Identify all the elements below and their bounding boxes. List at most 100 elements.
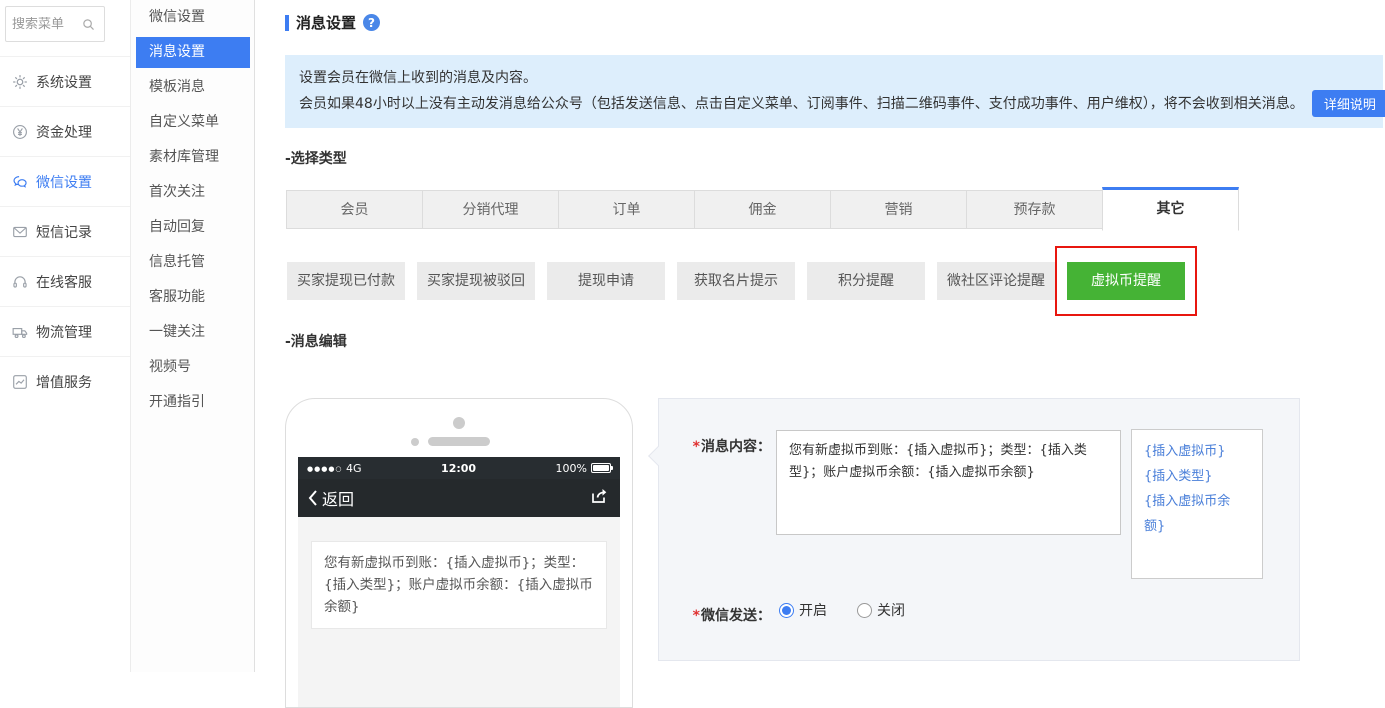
tab-commission[interactable]: 佣金 bbox=[694, 190, 831, 229]
battery-icon bbox=[590, 463, 613, 473]
menu-search-box[interactable] bbox=[5, 6, 105, 42]
message-content-label-text: 消息内容： bbox=[701, 439, 771, 455]
back-chevron-icon bbox=[308, 490, 317, 506]
subtype-buttons: 买家提现已付款 买家提现被驳回 提现申请 获取名片提示 积分提醒 微社区评论提醒… bbox=[287, 262, 1185, 300]
submenu-item-info-hosting[interactable]: 信息托管 bbox=[131, 245, 254, 280]
yen-circle-icon bbox=[12, 124, 28, 140]
truck-icon bbox=[12, 324, 28, 340]
mail-icon bbox=[12, 224, 28, 240]
submenu-item-template-message[interactable]: 模板消息 bbox=[131, 70, 254, 105]
clock-label: 12:00 bbox=[441, 461, 477, 475]
sidebar-item-label: 微信设置 bbox=[36, 174, 92, 191]
sidebar-item-system-settings[interactable]: 系统设置 bbox=[0, 56, 130, 106]
signal-indicator: ●●●●○ 4G bbox=[307, 462, 362, 475]
submenu-item-video-account[interactable]: 视频号 bbox=[131, 350, 254, 385]
required-mark: * bbox=[692, 608, 700, 624]
notice-box: 设置会员在微信上收到的消息及内容。 会员如果48小时以上没有主动发消息给公众号（… bbox=[285, 55, 1385, 128]
radio-on-label: 开启 bbox=[799, 603, 827, 619]
sidebar-item-label: 物流管理 bbox=[36, 324, 92, 341]
tab-distribution-agent[interactable]: 分销代理 bbox=[422, 190, 559, 229]
message-content-label: *消息内容： bbox=[659, 436, 771, 456]
subtype-withdraw-rejected-button[interactable]: 买家提现被驳回 bbox=[417, 262, 535, 300]
sidebar-item-online-service[interactable]: 在线客服 bbox=[0, 256, 130, 306]
main-content: 消息设置 ? 设置会员在微信上收到的消息及内容。 会员如果48小时以上没有主动发… bbox=[255, 0, 1385, 708]
insert-coin-balance-link[interactable]: {插入虚拟币余额} bbox=[1144, 489, 1250, 539]
sidebar-item-label: 短信记录 bbox=[36, 224, 92, 241]
sidebar-menu: 系统设置 资金处理 微信设置 短信记录 在线客服 物流管理 增值服务 bbox=[0, 56, 130, 406]
signal-dots: ●●●●○ bbox=[307, 464, 343, 473]
message-content-textarea[interactable]: 您有新虚拟币到账：{插入虚拟币}；类型：{插入类型}；账户虚拟币余额：{插入虚拟… bbox=[776, 430, 1121, 535]
submenu-item-wechat-settings[interactable]: 微信设置 bbox=[131, 0, 254, 35]
radio-option-on[interactable]: 开启 bbox=[779, 600, 827, 620]
sidebar-item-label: 资金处理 bbox=[36, 124, 92, 141]
subtype-withdraw-apply-button[interactable]: 提现申请 bbox=[547, 262, 665, 300]
wechat-send-label: *微信发送： bbox=[659, 605, 771, 625]
detail-button[interactable]: 详细说明 bbox=[1311, 90, 1385, 117]
phone-screen: ●●●●○ 4G 12:00 100% 返回 您有新虚拟币到账：{插入虚拟币}；… bbox=[298, 457, 620, 707]
subtype-get-card-tip-button[interactable]: 获取名片提示 bbox=[677, 262, 795, 300]
radio-off-label: 关闭 bbox=[877, 603, 905, 619]
submenu-item-first-follow[interactable]: 首次关注 bbox=[131, 175, 254, 210]
message-edit-panel: *消息内容： 您有新虚拟币到账：{插入虚拟币}；类型：{插入类型}；账户虚拟币余… bbox=[648, 398, 1300, 661]
submenu-item-auto-reply[interactable]: 自动回复 bbox=[131, 210, 254, 245]
radio-on-icon[interactable] bbox=[779, 602, 794, 618]
sidebar-item-sms-records[interactable]: 短信记录 bbox=[0, 206, 130, 256]
wechat-send-label-text: 微信发送： bbox=[701, 608, 771, 624]
sidebar-item-wechat-settings[interactable]: 微信设置 bbox=[0, 156, 130, 206]
title-accent-bar bbox=[285, 14, 289, 31]
phone-nav-bar: 返回 bbox=[298, 479, 620, 517]
search-icon bbox=[83, 18, 94, 30]
sidebar-item-logistics[interactable]: 物流管理 bbox=[0, 306, 130, 356]
gear-icon bbox=[12, 74, 28, 90]
sidebar-item-value-added[interactable]: 增值服务 bbox=[0, 356, 130, 406]
submenu-item-one-key-follow[interactable]: 一键关注 bbox=[131, 315, 254, 350]
phone-sensor-dot bbox=[411, 438, 419, 446]
share-icon bbox=[589, 486, 610, 510]
wechat-icon bbox=[12, 174, 28, 190]
page-header: 消息设置 ? bbox=[285, 12, 381, 33]
tab-marketing[interactable]: 营销 bbox=[830, 190, 967, 229]
type-tabs: 会员 分销代理 订单 佣金 营销 预存款 其它 bbox=[286, 187, 1239, 231]
back-label: 返回 bbox=[322, 490, 355, 509]
tab-order[interactable]: 订单 bbox=[558, 190, 695, 229]
subtype-community-comment-reminder-button[interactable]: 微社区评论提醒 bbox=[937, 262, 1055, 300]
sidebar-item-label: 增值服务 bbox=[36, 374, 92, 391]
sidebar-item-label: 在线客服 bbox=[36, 274, 92, 291]
app-root: 系统设置 资金处理 微信设置 短信记录 在线客服 物流管理 bbox=[0, 0, 1385, 708]
radio-option-off[interactable]: 关闭 bbox=[857, 600, 905, 620]
tab-prestore[interactable]: 预存款 bbox=[966, 190, 1103, 229]
submenu-item-material-library[interactable]: 素材库管理 bbox=[131, 140, 254, 175]
network-label: 4G bbox=[346, 461, 362, 475]
chart-icon bbox=[12, 374, 28, 390]
insert-virtual-coin-link[interactable]: {插入虚拟币} bbox=[1144, 439, 1250, 464]
radio-off-icon[interactable] bbox=[857, 602, 872, 618]
phone-speaker-bar bbox=[428, 437, 490, 446]
submenu-item-custom-menu[interactable]: 自定义菜单 bbox=[131, 105, 254, 140]
phone-preview: ●●●●○ 4G 12:00 100% 返回 您有新虚拟币到账：{插入虚拟币}；… bbox=[285, 398, 633, 708]
phone-camera-dot bbox=[453, 417, 465, 429]
sidebar-item-funds[interactable]: 资金处理 bbox=[0, 106, 130, 156]
help-icon[interactable]: ? bbox=[363, 14, 381, 31]
search-input[interactable] bbox=[12, 16, 82, 32]
message-preview: 您有新虚拟币到账：{插入虚拟币}；类型：{插入类型}；账户虚拟币余额：{插入虚拟… bbox=[311, 541, 607, 629]
page-title: 消息设置 bbox=[296, 14, 357, 32]
editor-section-heading: -消息编辑 bbox=[285, 334, 347, 350]
required-mark: * bbox=[692, 439, 700, 455]
phone-status-bar: ●●●●○ 4G 12:00 100% bbox=[298, 457, 620, 479]
submenu-item-service-function[interactable]: 客服功能 bbox=[131, 280, 254, 315]
battery-indicator: 100% bbox=[555, 461, 613, 475]
submenu-item-message-settings[interactable]: 消息设置 bbox=[136, 37, 250, 68]
tab-member[interactable]: 会员 bbox=[286, 190, 423, 229]
subtype-points-reminder-button[interactable]: 积分提醒 bbox=[807, 262, 925, 300]
tab-other[interactable]: 其它 bbox=[1102, 187, 1239, 231]
sidebar-item-label: 系统设置 bbox=[36, 74, 92, 91]
submenu-item-activation-guide[interactable]: 开通指引 bbox=[131, 385, 254, 420]
primary-sidebar: 系统设置 资金处理 微信设置 短信记录 在线客服 物流管理 bbox=[0, 0, 130, 672]
headset-icon bbox=[12, 274, 28, 290]
notice-line1: 设置会员在微信上收到的消息及内容。 bbox=[299, 70, 537, 86]
insert-type-link[interactable]: {插入类型} bbox=[1144, 464, 1250, 489]
annotation-highlight-box bbox=[1055, 246, 1197, 316]
battery-percent: 100% bbox=[555, 461, 587, 475]
subtype-withdraw-paid-button[interactable]: 买家提现已付款 bbox=[287, 262, 405, 300]
back-button: 返回 bbox=[308, 486, 354, 510]
